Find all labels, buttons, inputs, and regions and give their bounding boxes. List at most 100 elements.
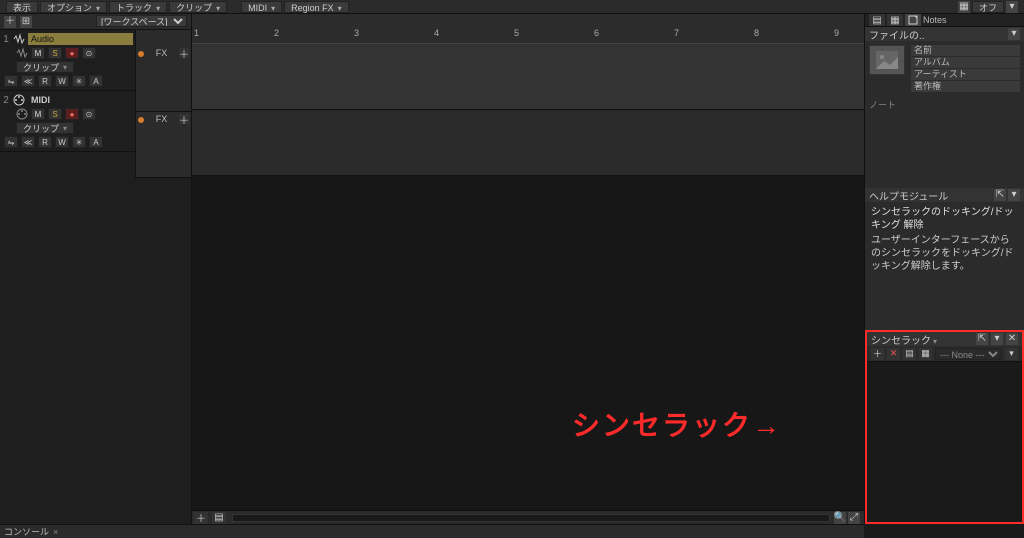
zoom-out-icon[interactable]: 🔍 — [834, 512, 846, 524]
options-menu[interactable]: オプション — [40, 1, 107, 13]
time-ruler[interactable]: 1 2 3 4 5 6 7 8 9 — [192, 14, 864, 44]
panel-menu-icon[interactable]: ▾ — [991, 333, 1003, 345]
snap-off-label[interactable]: オフ — [972, 1, 1004, 13]
write-button[interactable]: W — [55, 136, 69, 148]
close-icon[interactable]: ✕ — [1006, 333, 1018, 345]
add-fx-button[interactable]: ＋ — [179, 114, 189, 124]
notes-field[interactable]: ノート — [865, 96, 1024, 188]
add-fx-button[interactable]: ＋ — [179, 48, 189, 58]
archive-button[interactable]: A — [89, 75, 103, 87]
fx-cell[interactable]: FX ＋ — [136, 46, 191, 112]
workspace-select[interactable]: [ワークスペース] — [96, 15, 187, 27]
help-panel-header: ヘルプモジュール ⇱ ▾ — [865, 188, 1024, 202]
archive-button[interactable]: A — [89, 136, 103, 148]
add-bus-button[interactable]: ＋ — [194, 512, 208, 524]
arrangement-area[interactable]: シンセラック→ — [192, 44, 864, 510]
input-echo-button[interactable]: ⊙ — [82, 108, 96, 120]
take-lanes-toggle[interactable]: ≪ — [21, 136, 35, 148]
solo-button[interactable]: S — [48, 108, 62, 120]
mute-button[interactable]: M — [31, 108, 45, 120]
timeline-footer: ＋ ▤ 🔍 ⤢ — [192, 510, 864, 524]
synth-rack-body[interactable] — [867, 362, 1022, 522]
record-arm-button[interactable]: ● — [65, 108, 79, 120]
track-pane-header: ＋ ⊞ [ワークスペース] — [0, 14, 191, 30]
track-row[interactable]: 1 Audio M S ● ⊙ クリップ ⇋ — [0, 30, 135, 91]
synth-properties-button[interactable]: ▤ — [903, 348, 916, 360]
view-menu[interactable]: 表示 — [6, 1, 38, 13]
waveform-icon — [16, 47, 28, 59]
timeline[interactable]: 1 2 3 4 5 6 7 8 9 シンセラック→ ＋ ▤ 🔍 ⤢ — [192, 14, 864, 524]
toolbar-overflow-icon[interactable]: ▾ — [1006, 1, 1018, 13]
write-button[interactable]: W — [55, 75, 69, 87]
solo-button[interactable]: S — [48, 47, 62, 59]
track-pane: ＋ ⊞ [ワークスペース] 1 Audio — [0, 14, 192, 524]
right-dock: ▤ ▦ Notes ファイルの.. ▾ 名前 アルバム アーティスト 著作権 — [864, 14, 1024, 524]
clip-dropdown[interactable]: クリップ — [16, 61, 74, 73]
read-button[interactable]: R — [38, 75, 52, 87]
take-lanes-toggle[interactable]: ≪ — [21, 75, 35, 87]
regionfx-menu[interactable]: Region FX — [284, 1, 349, 13]
ruler-tick: 9 — [834, 28, 839, 38]
undock-icon[interactable]: ⇱ — [976, 333, 988, 345]
read-button[interactable]: R — [38, 136, 52, 148]
track-name-field[interactable]: Audio — [28, 33, 133, 45]
fileinfo-panel-header: ファイルの.. ▾ — [865, 27, 1024, 41]
fileinfo-panel: 名前 アルバム アーティスト 著作権 — [865, 41, 1024, 96]
annotation-label: シンセラック→ — [572, 404, 782, 444]
horizontal-scrollbar[interactable] — [232, 514, 830, 522]
fx-cell[interactable]: FX ＋ — [136, 112, 191, 178]
artwork-thumbnail[interactable] — [869, 45, 905, 75]
close-icon[interactable]: × — [53, 527, 58, 537]
synth-rack-panel: シンセラック ⇱ ▾ ✕ ＋ ✕ ▤ ▦ --- None --- ▾ — [865, 330, 1024, 524]
top-toolbar: 表示 オプション トラック クリップ MIDI Region FX ▦ オフ ▾ — [0, 0, 1024, 14]
clip-menu[interactable]: クリップ — [169, 1, 227, 13]
delete-synth-button[interactable]: ✕ — [887, 348, 900, 360]
snap-icon[interactable]: ▦ — [958, 1, 970, 13]
track-number: 2 — [2, 95, 10, 106]
fileinfo-title: ファイルの.. — [869, 27, 925, 42]
mute-button[interactable]: M — [31, 47, 45, 59]
record-arm-button[interactable]: ● — [65, 47, 79, 59]
ruler-tick: 7 — [674, 28, 679, 38]
add-folder-button[interactable]: ⊞ — [20, 16, 32, 28]
ruler-tick: 4 — [434, 28, 439, 38]
freeze-button[interactable]: ✳ — [72, 136, 86, 148]
automation-toggle[interactable]: ⇋ — [4, 136, 18, 148]
track-name-field[interactable]: MIDI — [28, 94, 133, 106]
media-tab[interactable]: ▦ — [887, 14, 903, 26]
panel-menu-icon[interactable]: ▾ — [1008, 189, 1020, 201]
zoom-tool-icon[interactable]: ⤢ — [848, 512, 860, 524]
bus-expand-button[interactable]: ▤ — [212, 512, 226, 524]
midi-icon — [16, 108, 28, 120]
meta-album-field[interactable]: アルバム — [911, 57, 1020, 68]
track-row[interactable]: 2 MIDI M S ● ⊙ クリップ ⇋ — [0, 91, 135, 152]
browser-tab[interactable]: ▤ — [869, 14, 885, 26]
add-synth-button[interactable]: ＋ — [871, 348, 884, 360]
ruler-tick: 6 — [594, 28, 599, 38]
track-number: 1 — [2, 34, 10, 45]
track-lane[interactable] — [192, 110, 864, 176]
meta-name-field[interactable]: 名前 — [911, 45, 1020, 56]
meta-copyright-field[interactable]: 著作権 — [911, 81, 1020, 92]
ruler-tick: 2 — [274, 28, 279, 38]
track-menu[interactable]: トラック — [109, 1, 167, 13]
meta-artist-field[interactable]: アーティスト — [911, 69, 1020, 80]
help-panel: シンセラックのドッキング/ドッキング 解除 ユーザーインターフェースからのシンセ… — [865, 202, 1024, 277]
synth-rack-title[interactable]: シンセラック — [871, 332, 937, 347]
synth-dropdown-icon[interactable]: ▾ — [1005, 348, 1018, 360]
synth-preset-select[interactable]: --- None --- — [935, 348, 1002, 360]
automation-toggle[interactable]: ⇋ — [4, 75, 18, 87]
input-echo-button[interactable]: ⊙ — [82, 47, 96, 59]
undock-icon[interactable]: ⇱ — [994, 189, 1006, 201]
synth-layout-button[interactable]: ▦ — [919, 348, 932, 360]
panel-menu-icon[interactable]: ▾ — [1008, 28, 1020, 40]
ruler-tick: 3 — [354, 28, 359, 38]
midi-icon — [13, 94, 25, 106]
console-tab[interactable]: コンソール — [4, 525, 49, 538]
clip-dropdown[interactable]: クリップ — [16, 122, 74, 134]
notes-tab[interactable] — [905, 14, 921, 26]
midi-menu[interactable]: MIDI — [241, 1, 282, 13]
freeze-button[interactable]: ✳ — [72, 75, 86, 87]
add-track-button[interactable]: ＋ — [4, 16, 16, 28]
track-lane[interactable] — [192, 44, 864, 110]
